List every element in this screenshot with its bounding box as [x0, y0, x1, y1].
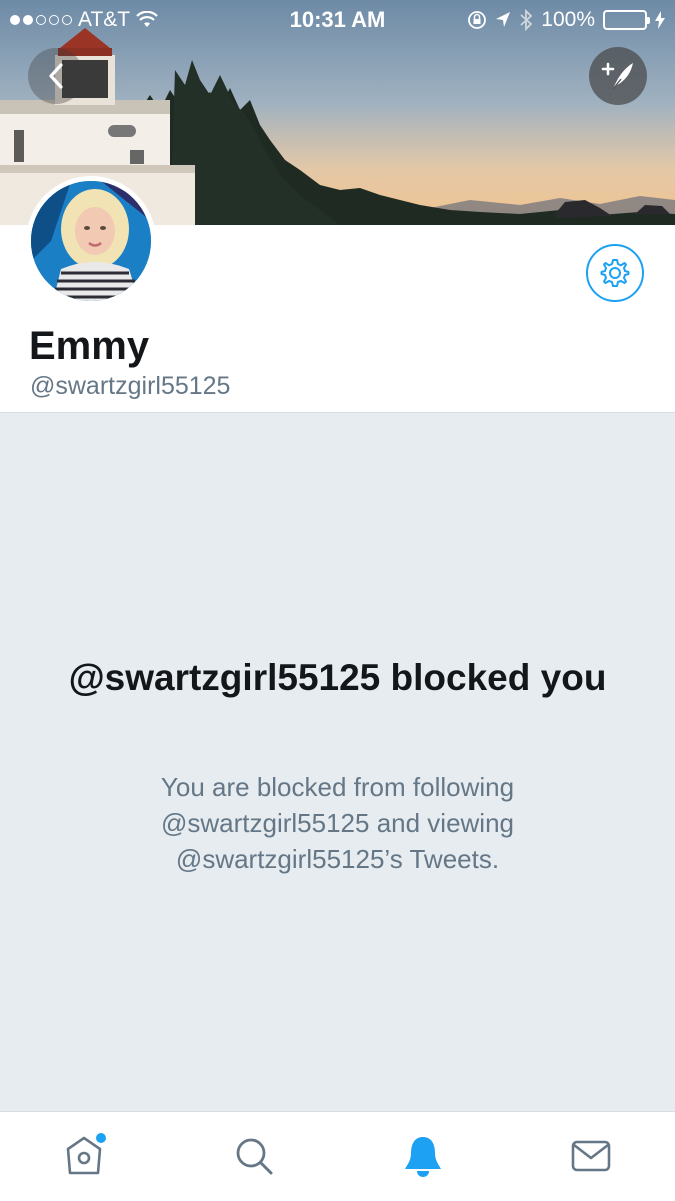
- compose-tweet-button[interactable]: [589, 47, 647, 105]
- tab-messages[interactable]: [567, 1132, 615, 1180]
- home-notification-dot: [96, 1133, 106, 1143]
- tab-notifications[interactable]: [399, 1132, 447, 1180]
- gear-icon: [600, 259, 630, 287]
- compose-tweet-icon: [601, 62, 633, 90]
- back-button[interactable]: [28, 48, 84, 104]
- display-name: Emmy: [29, 324, 150, 368]
- blocked-message-panel: @swartzgirl55125 blocked you You are blo…: [0, 412, 675, 1113]
- search-icon: [236, 1138, 273, 1175]
- blocked-title: @swartzgirl55125 blocked you: [68, 657, 607, 698]
- blocked-description: You are blocked from following @swartzgi…: [160, 772, 515, 874]
- status-right: 100%: [467, 8, 665, 32]
- tab-bar: [0, 1111, 675, 1201]
- bluetooth-icon: [520, 9, 533, 31]
- orientation-lock-icon: [468, 11, 487, 29]
- home-icon: [66, 1133, 106, 1175]
- bell-icon: [405, 1137, 441, 1177]
- location-arrow-icon: [496, 12, 511, 27]
- battery-percent-label: 100%: [541, 8, 595, 31]
- tab-home[interactable]: [61, 1132, 109, 1180]
- charging-bolt-icon: [655, 11, 665, 29]
- avatar[interactable]: [26, 176, 156, 306]
- status-bar: AT&T 10:31 AM 100%: [0, 0, 675, 40]
- chevron-left-icon: [49, 63, 63, 89]
- profile-handle: @swartzgirl55125: [30, 372, 231, 400]
- tab-search[interactable]: [230, 1132, 278, 1180]
- avatar-image: [31, 181, 151, 301]
- mail-icon: [571, 1140, 611, 1172]
- settings-button[interactable]: [586, 244, 644, 302]
- battery-icon: [603, 10, 650, 30]
